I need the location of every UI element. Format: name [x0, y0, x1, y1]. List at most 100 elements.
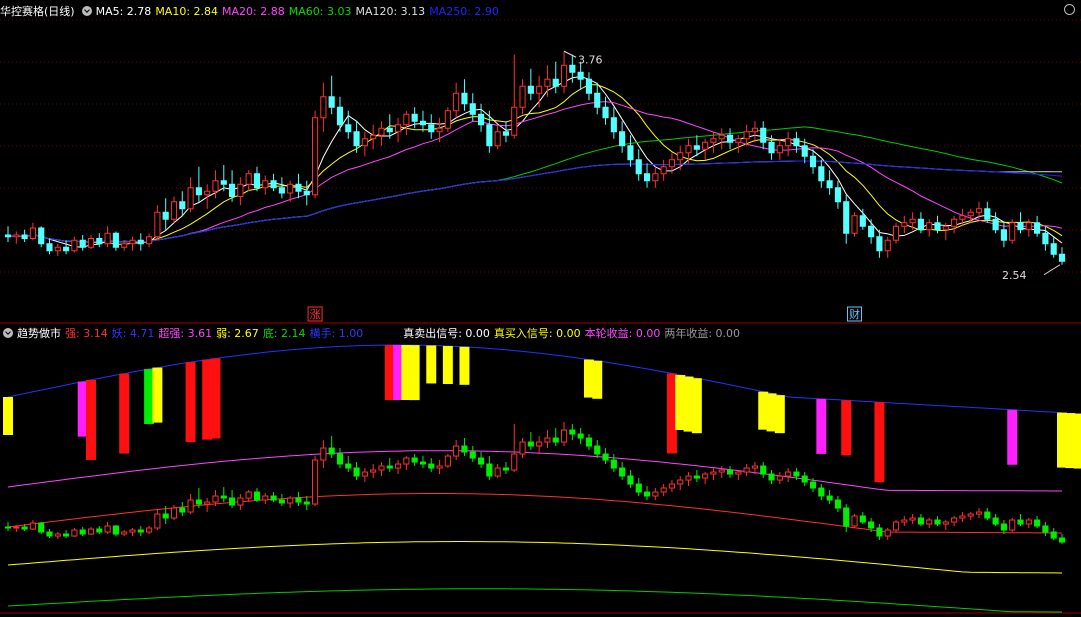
weak-line	[7, 541, 1063, 574]
sub-candle	[967, 513, 974, 517]
candle	[1050, 243, 1057, 255]
sub-candle	[237, 497, 244, 506]
candle	[751, 127, 759, 133]
candle	[975, 208, 983, 213]
candle	[843, 201, 850, 234]
candle	[270, 180, 277, 189]
sub-candle	[146, 527, 153, 533]
candle	[220, 180, 227, 185]
candle	[229, 183, 236, 197]
candle	[560, 64, 568, 87]
candle	[336, 106, 344, 126]
candle	[984, 208, 991, 220]
candle	[859, 215, 866, 227]
candle	[311, 117, 319, 196]
candle	[204, 190, 211, 196]
sub-candle	[710, 471, 717, 475]
sub-candle	[54, 533, 61, 537]
low-price-label: 2.54	[1002, 269, 1027, 282]
candle	[469, 103, 476, 115]
candle	[295, 183, 302, 192]
candle	[502, 131, 510, 136]
candle	[419, 120, 427, 126]
event-marker-label: 涨	[310, 308, 321, 321]
candle	[635, 159, 642, 175]
sub-candle	[394, 463, 402, 469]
chart-canvas[interactable]: 3.76 2.54 涨 财	[0, 0, 1081, 617]
sub-candle	[361, 471, 368, 477]
candle	[96, 238, 103, 245]
candle	[444, 110, 451, 129]
signal-bar	[774, 395, 785, 434]
sub-candle	[527, 441, 534, 447]
sub-candle	[876, 527, 883, 537]
candle	[378, 127, 385, 136]
candle	[577, 71, 584, 80]
sub-candle	[220, 495, 227, 499]
sub-candle	[469, 451, 476, 459]
demon-line	[7, 344, 1063, 414]
sub-candle	[602, 453, 609, 461]
candle	[403, 113, 410, 126]
candle	[170, 201, 178, 220]
candle	[718, 134, 725, 140]
candle	[1000, 229, 1007, 241]
sub-candle	[453, 445, 460, 457]
signal-bar	[119, 373, 130, 454]
sub-candle	[378, 465, 385, 471]
signal-bar	[691, 378, 702, 434]
sub-candle	[162, 513, 169, 519]
candle	[13, 234, 20, 238]
signal-bar	[459, 346, 470, 385]
sub-candle	[129, 529, 136, 533]
sub-candle	[262, 495, 269, 501]
sub-candle	[353, 467, 360, 477]
candle	[892, 225, 900, 241]
sub-candle	[311, 459, 319, 505]
candle	[71, 239, 78, 252]
candle	[494, 131, 501, 147]
candle	[926, 222, 933, 231]
sub-candle	[1034, 519, 1041, 527]
candle	[668, 159, 676, 168]
candle	[959, 215, 966, 220]
sub-candle	[975, 511, 983, 515]
sub-candle	[718, 469, 725, 473]
candle	[785, 138, 792, 147]
candle	[287, 183, 294, 194]
sub-candle	[229, 497, 236, 506]
signal-bar	[841, 400, 852, 456]
candle	[303, 190, 310, 196]
sub-candle	[984, 511, 991, 519]
candle	[477, 113, 485, 126]
candle	[320, 96, 327, 119]
sub-candle	[461, 445, 468, 453]
sub-candle	[486, 463, 493, 477]
signal-bar	[210, 358, 221, 439]
candle	[519, 85, 526, 108]
candle	[245, 173, 252, 185]
candle	[453, 92, 460, 112]
sub-candle	[627, 475, 634, 485]
signal-bar	[3, 397, 13, 435]
candle	[1017, 222, 1024, 231]
candle	[353, 131, 360, 147]
candle	[179, 201, 186, 210]
signal-bar	[874, 402, 885, 483]
candle	[710, 138, 717, 143]
candle	[901, 222, 908, 227]
candle	[461, 92, 468, 105]
candle	[237, 183, 244, 197]
candle	[121, 243, 128, 248]
candle	[1042, 232, 1049, 245]
sub-candle	[735, 471, 742, 475]
sub-candle	[21, 526, 28, 530]
candle	[776, 145, 783, 154]
candle	[685, 145, 692, 154]
sub-candle	[560, 429, 568, 443]
candle	[851, 215, 858, 234]
sub-candle	[834, 499, 841, 509]
sub-candle	[909, 517, 916, 521]
sub-candle	[444, 455, 451, 467]
candle	[1025, 222, 1032, 231]
